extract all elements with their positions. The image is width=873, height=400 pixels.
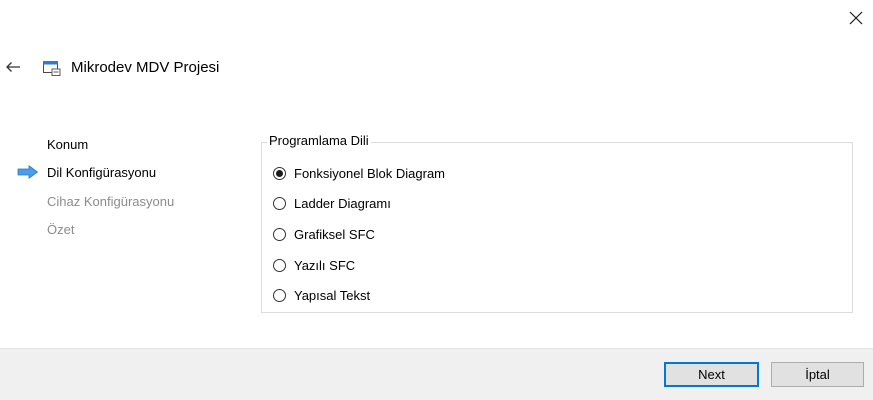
radio-yazili-sfc[interactable]: Yazılı SFC	[273, 257, 355, 273]
close-button[interactable]	[841, 4, 871, 32]
back-button[interactable]	[2, 56, 24, 78]
radio-button[interactable]	[273, 227, 286, 241]
back-arrow-icon	[6, 62, 20, 72]
radio-label: Ladder Diagramı	[294, 195, 391, 211]
radio-ladder-diagrami[interactable]: Ladder Diagramı	[273, 195, 391, 211]
radio-button[interactable]	[273, 258, 286, 272]
radio-label: Yazılı SFC	[294, 257, 356, 273]
radio-button[interactable]	[273, 288, 286, 302]
current-step-arrow-icon	[17, 165, 39, 179]
radio-label: Yapısal Tekst	[294, 287, 371, 303]
radio-label: Fonksiyonel Blok Diagram	[294, 165, 446, 181]
radio-label: Grafiksel SFC	[294, 226, 375, 242]
step-konum: Konum	[47, 137, 89, 152]
close-icon	[849, 11, 863, 25]
radio-grafiksel-sfc[interactable]: Grafiksel SFC	[273, 226, 375, 242]
radio-yapisal-tekst[interactable]: Yapısal Tekst	[273, 287, 370, 303]
group-legend: Programlama Dili	[267, 133, 371, 148]
radio-button[interactable]	[273, 196, 286, 210]
next-button[interactable]: Next	[664, 362, 759, 387]
radio-dot	[276, 169, 283, 177]
radio-fonksiyonel-blok-diagram[interactable]: Fonksiyonel Blok Diagram	[273, 165, 445, 181]
project-window-icon	[43, 61, 61, 76]
step-ozet: Özet	[47, 222, 75, 237]
page-title: Mikrodev MDV Projesi	[71, 59, 220, 76]
step-dil-konfigurasyonu: Dil Konfigürasyonu	[47, 165, 157, 180]
radio-button-selected[interactable]	[273, 166, 286, 180]
step-cihaz-konfigurasyonu: Cihaz Konfigürasyonu	[47, 194, 175, 209]
cancel-button[interactable]: İptal	[771, 362, 864, 387]
